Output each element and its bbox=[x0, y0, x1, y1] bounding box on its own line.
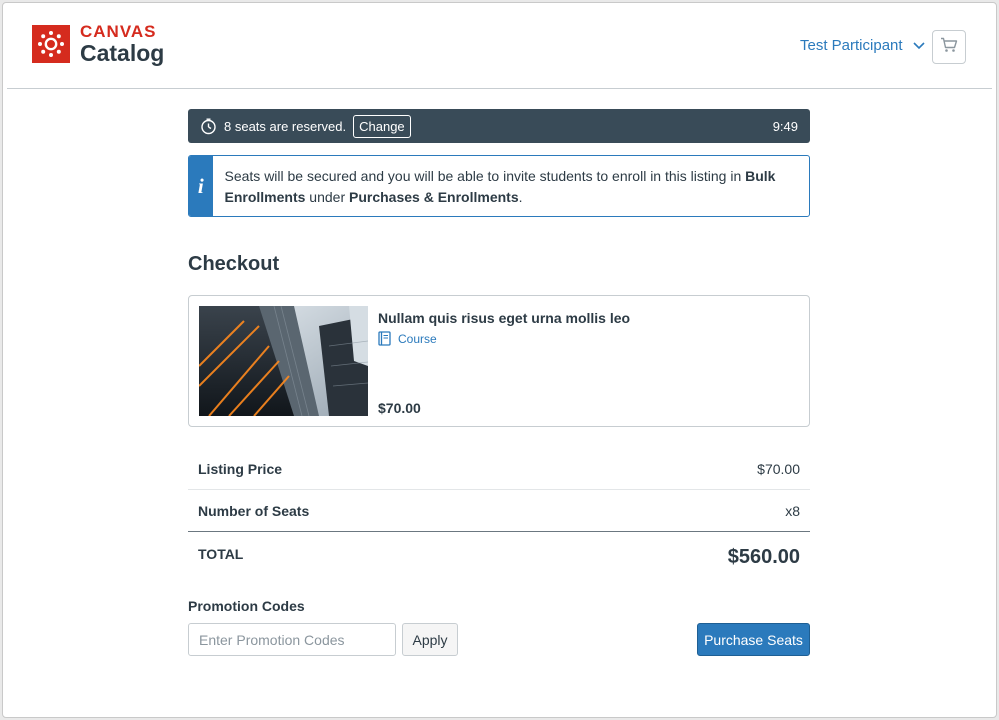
logo-text-catalog: Catalog bbox=[80, 40, 165, 66]
browser-frame: CANVAS Catalog Test Participant 8 seats … bbox=[2, 2, 997, 718]
listing-price-value: $70.00 bbox=[757, 460, 800, 477]
reservation-timer-bar: 8 seats are reserved. Change 9:49 bbox=[188, 109, 810, 143]
info-icon: i bbox=[189, 156, 213, 216]
apply-button[interactable]: Apply bbox=[402, 623, 458, 656]
reservation-countdown: 9:49 bbox=[772, 118, 798, 134]
user-menu-button[interactable]: Test Participant bbox=[800, 37, 925, 54]
summary-row-total: TOTAL $560.00 bbox=[188, 532, 810, 578]
chevron-down-icon bbox=[912, 41, 925, 50]
product-card: Nullam quis risus eget urna mollis leo C… bbox=[188, 295, 810, 427]
canvas-catalog-logo[interactable]: CANVAS Catalog bbox=[32, 23, 164, 65]
promotion-code-input[interactable] bbox=[188, 623, 396, 656]
number-of-seats-value: x8 bbox=[785, 502, 800, 519]
product-type-label: Course bbox=[398, 331, 437, 346]
product-name[interactable]: Nullam quis risus eget urna mollis leo bbox=[378, 310, 630, 326]
info-text-part: under bbox=[305, 189, 349, 205]
header-divider bbox=[7, 88, 992, 89]
info-text-part: . bbox=[518, 189, 523, 205]
summary-row-number-of-seats: Number of Seats x8 bbox=[188, 490, 810, 532]
canvas-logo-icon bbox=[32, 25, 70, 63]
building-skyscraper-image bbox=[199, 306, 368, 416]
number-of-seats-label: Number of Seats bbox=[198, 502, 310, 519]
total-label: TOTAL bbox=[198, 546, 244, 562]
promotion-codes-label: Promotion Codes bbox=[188, 598, 305, 614]
user-name: Test Participant bbox=[800, 37, 903, 54]
cart-icon bbox=[940, 37, 958, 58]
logo-wordmark: CANVAS Catalog bbox=[80, 23, 164, 65]
header: CANVAS Catalog Test Participant bbox=[3, 3, 996, 89]
info-alert: i Seats will be secured and you will be … bbox=[188, 155, 810, 217]
product-price: $70.00 bbox=[378, 400, 421, 416]
summary-row-listing-price: Listing Price $70.00 bbox=[188, 448, 810, 490]
purchase-seats-button[interactable]: Purchase Seats bbox=[697, 623, 810, 656]
info-message: Seats will be secured and you will be ab… bbox=[213, 156, 810, 216]
change-reservation-button[interactable]: Change bbox=[353, 114, 411, 138]
reservation-message: 8 seats are reserved. bbox=[224, 118, 347, 134]
product-type: Course bbox=[378, 331, 437, 346]
listing-price-label: Listing Price bbox=[198, 460, 283, 477]
cart-button[interactable] bbox=[932, 30, 966, 64]
info-purchases-enrollments: Purchases & Enrollments bbox=[349, 189, 519, 205]
total-value: $560.00 bbox=[727, 546, 800, 568]
book-icon bbox=[378, 331, 391, 346]
logo-text-canvas: CANVAS bbox=[80, 22, 157, 41]
info-text-part: Seats will be secured and you will be ab… bbox=[224, 168, 746, 184]
page-title: Checkout bbox=[188, 253, 280, 275]
stopwatch-icon bbox=[200, 118, 217, 135]
